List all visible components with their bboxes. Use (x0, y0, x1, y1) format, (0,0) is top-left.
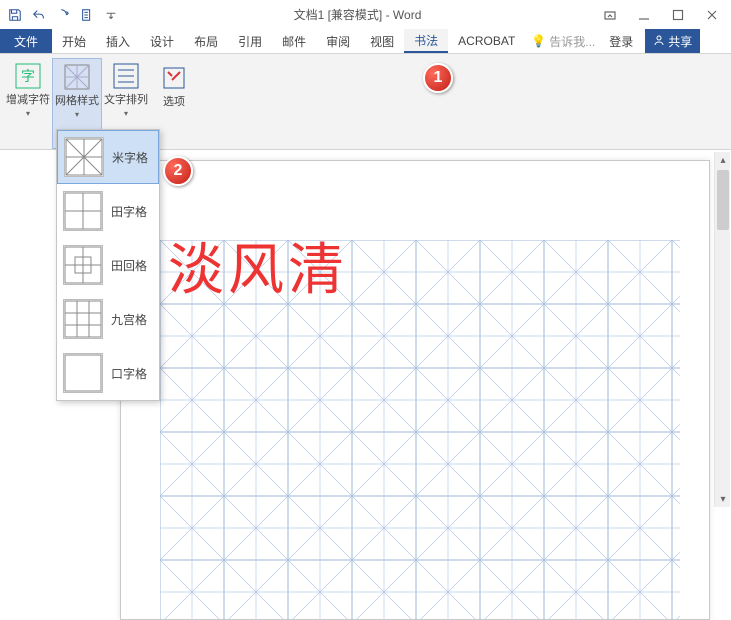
vertical-scrollbar[interactable]: ▴ ▾ (714, 152, 730, 507)
titlebar: 文档1 [兼容模式] - Word (0, 0, 731, 29)
document-icon[interactable] (76, 4, 98, 26)
callout-badge-2: 2 (163, 156, 193, 186)
chevron-down-icon: ▾ (26, 109, 30, 118)
window-title: 文档1 [兼容模式] - Word (122, 6, 593, 23)
jiugong-thumb-icon (63, 299, 103, 339)
grid-option-tianzi[interactable]: 田字格 (57, 184, 159, 238)
options-button[interactable]: 选项 (156, 60, 192, 111)
scroll-down-icon[interactable]: ▾ (715, 491, 731, 507)
redo-icon[interactable] (52, 4, 74, 26)
window-controls (593, 4, 729, 26)
grid-option-jiugong[interactable]: 九宫格 (57, 292, 159, 346)
grid-option-label: 口字格 (111, 365, 147, 382)
callout-badge-1: 1 (423, 63, 453, 93)
grid-style-label: 网格样式 (55, 95, 99, 108)
tab-layout[interactable]: 布局 (184, 29, 228, 53)
options-label: 选项 (163, 96, 185, 109)
ribbon-tabs: 文件 开始 插入 设计 布局 引用 邮件 审阅 视图 书法 ACROBAT 💡 … (0, 29, 731, 54)
grid-option-label: 田字格 (111, 203, 147, 220)
add-remove-chars-button[interactable]: 字 增减字符 ▾ (4, 58, 52, 149)
login-button[interactable]: 登录 (601, 29, 641, 53)
chevron-down-icon: ▾ (124, 109, 128, 118)
undo-icon[interactable] (28, 4, 50, 26)
qat-customize-icon[interactable] (100, 4, 122, 26)
grid-style-icon (61, 61, 93, 93)
tab-references[interactable]: 引用 (228, 29, 272, 53)
tell-me-search[interactable]: 💡 告诉我... (525, 29, 601, 53)
share-button[interactable]: 共享 (645, 29, 700, 53)
tab-design[interactable]: 设计 (140, 29, 184, 53)
svg-text:字: 字 (21, 68, 35, 84)
mizi-thumb-icon (64, 137, 104, 177)
scroll-up-icon[interactable]: ▴ (715, 152, 731, 168)
quick-access-toolbar (0, 4, 122, 26)
tab-acrobat[interactable]: ACROBAT (448, 29, 525, 53)
grid-style-dropdown: 米字格 田字格 田回格 九宫格 口字格 (56, 129, 160, 401)
kouzi-thumb-icon (63, 353, 103, 393)
tab-file[interactable]: 文件 (0, 29, 52, 53)
add-remove-chars-label: 增减字符 (6, 94, 50, 107)
scroll-thumb[interactable] (717, 170, 729, 230)
tab-insert[interactable]: 插入 (96, 29, 140, 53)
grid-option-label: 九宫格 (111, 311, 147, 328)
grid-option-kouzi[interactable]: 口字格 (57, 346, 159, 400)
text-arrange-icon (110, 60, 142, 92)
document-text[interactable]: 淡风清 (168, 243, 348, 299)
grid-option-tianhui[interactable]: 田回格 (57, 238, 159, 292)
tab-review[interactable]: 审阅 (316, 29, 360, 53)
grid-option-mizi[interactable]: 米字格 (57, 130, 159, 184)
maximize-icon[interactable] (661, 4, 695, 26)
ribbon-options-icon[interactable] (593, 4, 627, 26)
tab-calligraphy[interactable]: 书法 (404, 29, 448, 53)
tab-view[interactable]: 视图 (360, 29, 404, 53)
tianzi-thumb-icon (63, 191, 103, 231)
tianhui-thumb-icon (63, 245, 103, 285)
grid-option-label: 田回格 (111, 257, 147, 274)
close-icon[interactable] (695, 4, 729, 26)
tab-home[interactable]: 开始 (52, 29, 96, 53)
options-icon (158, 62, 190, 94)
share-icon (653, 34, 665, 49)
tab-mailings[interactable]: 邮件 (272, 29, 316, 53)
minimize-icon[interactable] (627, 4, 661, 26)
share-label: 共享 (668, 33, 692, 50)
save-icon[interactable] (4, 4, 26, 26)
text-arrange-label: 文字排列 (104, 94, 148, 107)
grid-option-label: 米字格 (112, 149, 148, 166)
add-remove-chars-icon: 字 (12, 60, 44, 92)
lightbulb-icon: 💡 (531, 34, 546, 48)
tell-me-label: 告诉我... (549, 33, 595, 50)
chevron-down-icon: ▾ (75, 110, 79, 119)
